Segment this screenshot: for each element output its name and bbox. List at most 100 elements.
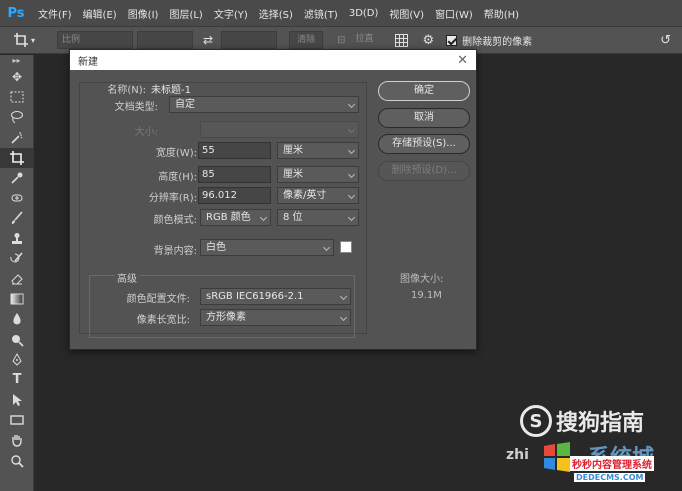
preset-label: 文档类型: — [114, 102, 158, 113]
crop-width-field[interactable] — [137, 31, 194, 49]
delete-cropped-label: 删除裁剪的像素 — [462, 36, 533, 48]
menu-bar: Ps 文件(F) 编辑(E) 图像(I) 图层(L) 文字(Y) 选择(S) 滤… — [0, 0, 682, 26]
menu-select[interactable]: 选择(S) — [259, 6, 293, 21]
cancel-button[interactable]: 取消 — [378, 108, 470, 128]
straighten-icon[interactable]: ⊟ — [337, 35, 345, 46]
photoshop-logo: Ps — [7, 5, 25, 21]
save-preset-button[interactable]: 存储预设(S)... — [378, 134, 470, 154]
menu-filter[interactable]: 滤镜(T) — [304, 6, 338, 21]
resolution-label: 分辨率(R): — [148, 193, 197, 204]
chevron-down-icon — [339, 313, 348, 322]
image-size-value: 19.1M — [411, 290, 442, 301]
chevron-down-icon — [347, 125, 356, 134]
eraser-tool-icon[interactable] — [0, 269, 34, 289]
resolution-unit-value: 像素/英寸 — [283, 190, 327, 201]
bit-depth-value: 8 位 — [283, 212, 303, 223]
menu-view[interactable]: 视图(V) — [389, 6, 424, 21]
bit-depth-select[interactable]: 8 位 — [277, 209, 359, 226]
dialog-title-bar[interactable]: 新建 ✕ — [70, 50, 476, 70]
color-profile-label: 颜色配置文件: — [126, 294, 190, 305]
crop-ratio-select[interactable]: 比例 — [57, 31, 134, 49]
reset-icon[interactable]: ↺ — [660, 33, 671, 48]
path-selection-icon[interactable] — [0, 390, 34, 410]
menu-edit[interactable]: 编辑(E) — [83, 6, 117, 21]
chevron-down-icon — [347, 191, 356, 200]
height-input[interactable]: 85 — [198, 166, 271, 183]
eyedropper-icon[interactable] — [0, 168, 34, 188]
preset-select[interactable]: 自定 — [169, 96, 359, 113]
ok-button[interactable]: 确定 — [378, 81, 470, 101]
clear-button[interactable]: 清除 — [289, 31, 324, 49]
background-color-swatch[interactable] — [340, 241, 352, 253]
dodge-tool-icon[interactable] — [0, 329, 34, 349]
grid-overlay-icon[interactable] — [395, 33, 409, 47]
chevron-down-icon — [347, 146, 356, 155]
zoom-tool-icon[interactable] — [0, 451, 34, 471]
width-unit-value: 厘米 — [283, 145, 303, 156]
panel-collapse-icon[interactable]: ▸▸ — [0, 55, 33, 67]
width-unit-select[interactable]: 厘米 — [277, 142, 359, 159]
name-label: 名称(N): — [107, 85, 146, 96]
delete-cropped-checkbox[interactable] — [446, 34, 458, 46]
chevron-down-icon — [347, 100, 356, 109]
marquee-tool-icon[interactable] — [0, 87, 34, 107]
chevron-down-icon — [322, 243, 331, 252]
dialog-title: 新建 — [78, 56, 98, 68]
background-value: 白色 — [206, 242, 226, 253]
width-input[interactable]: 55 — [198, 142, 271, 159]
menu-layer[interactable]: 图层(L) — [169, 6, 202, 21]
menu-help[interactable]: 帮助(H) — [484, 6, 519, 21]
height-unit-value: 厘米 — [283, 169, 303, 180]
windows-logo — [544, 442, 570, 472]
background-select[interactable]: 白色 — [200, 239, 334, 256]
crop-height-field[interactable] — [221, 31, 278, 49]
size-label: 大小: — [134, 127, 158, 138]
pen-tool-icon[interactable] — [0, 350, 34, 370]
height-unit-select[interactable]: 厘米 — [277, 166, 359, 183]
menu-image[interactable]: 图像(I) — [128, 6, 159, 21]
straighten-button[interactable]: 拉直 — [351, 31, 381, 49]
color-mode-label: 颜色模式: — [153, 215, 197, 226]
rectangle-tool-icon[interactable] — [0, 410, 34, 430]
gradient-tool-icon[interactable] — [0, 289, 34, 309]
stamp-tool-icon[interactable] — [0, 229, 34, 249]
close-icon[interactable]: ✕ — [457, 54, 468, 67]
zhi-watermark-text: zhi — [506, 447, 529, 463]
type-tool-icon[interactable]: T — [0, 370, 34, 390]
resolution-unit-select[interactable]: 像素/英寸 — [277, 187, 359, 204]
dedecms-url: DEDECMS.COM — [574, 473, 646, 482]
crop-tool-preset-icon[interactable]: ▾ — [14, 33, 35, 47]
gear-icon[interactable]: ⚙ — [422, 33, 434, 48]
magic-wand-icon[interactable] — [0, 128, 34, 148]
chevron-down-icon — [347, 213, 356, 222]
pixel-aspect-value: 方形像素 — [206, 312, 246, 323]
swap-arrows-icon[interactable]: ⇄ — [203, 33, 213, 47]
menu-type[interactable]: 文字(Y) — [214, 6, 248, 21]
color-mode-select[interactable]: RGB 颜色 — [200, 209, 271, 226]
crop-tool-icon[interactable] — [0, 147, 34, 168]
advanced-toggle[interactable]: 高级 — [115, 270, 139, 285]
size-select — [200, 121, 359, 138]
resolution-input[interactable]: 96.012 — [198, 187, 271, 204]
delete-preset-button: 删除预设(D)... — [378, 161, 470, 181]
menu-file[interactable]: 文件(F) — [38, 6, 72, 21]
color-mode-value: RGB 颜色 — [206, 212, 251, 223]
menu-3d[interactable]: 3D(D) — [349, 8, 379, 19]
hand-tool-icon[interactable] — [0, 430, 34, 450]
width-label: 宽度(W): — [155, 148, 197, 159]
healing-brush-icon[interactable] — [0, 188, 34, 208]
dialog-body: 名称(N): 未标题-1 文档类型: 自定 大小: 宽度(W): 55 厘米 高… — [70, 70, 476, 349]
history-brush-icon[interactable] — [0, 249, 34, 269]
new-document-dialog: 新建 ✕ 名称(N): 未标题-1 文档类型: 自定 大小: 宽度(W): 55… — [69, 49, 477, 350]
pixel-aspect-select[interactable]: 方形像素 — [200, 309, 351, 326]
move-tool-icon[interactable]: ✥ — [0, 67, 34, 87]
brush-tool-icon[interactable] — [0, 208, 34, 228]
chevron-down-icon — [347, 170, 356, 179]
sogou-watermark-text: 搜狗指南 — [556, 411, 645, 436]
menu-window[interactable]: 窗口(W) — [435, 6, 473, 21]
pixel-aspect-label: 像素长宽比: — [136, 315, 190, 326]
name-field[interactable]: 未标题-1 — [151, 81, 191, 96]
color-profile-select[interactable]: sRGB IEC61966-2.1 — [200, 288, 351, 305]
blur-tool-icon[interactable] — [0, 309, 34, 329]
lasso-tool-icon[interactable] — [0, 107, 34, 127]
